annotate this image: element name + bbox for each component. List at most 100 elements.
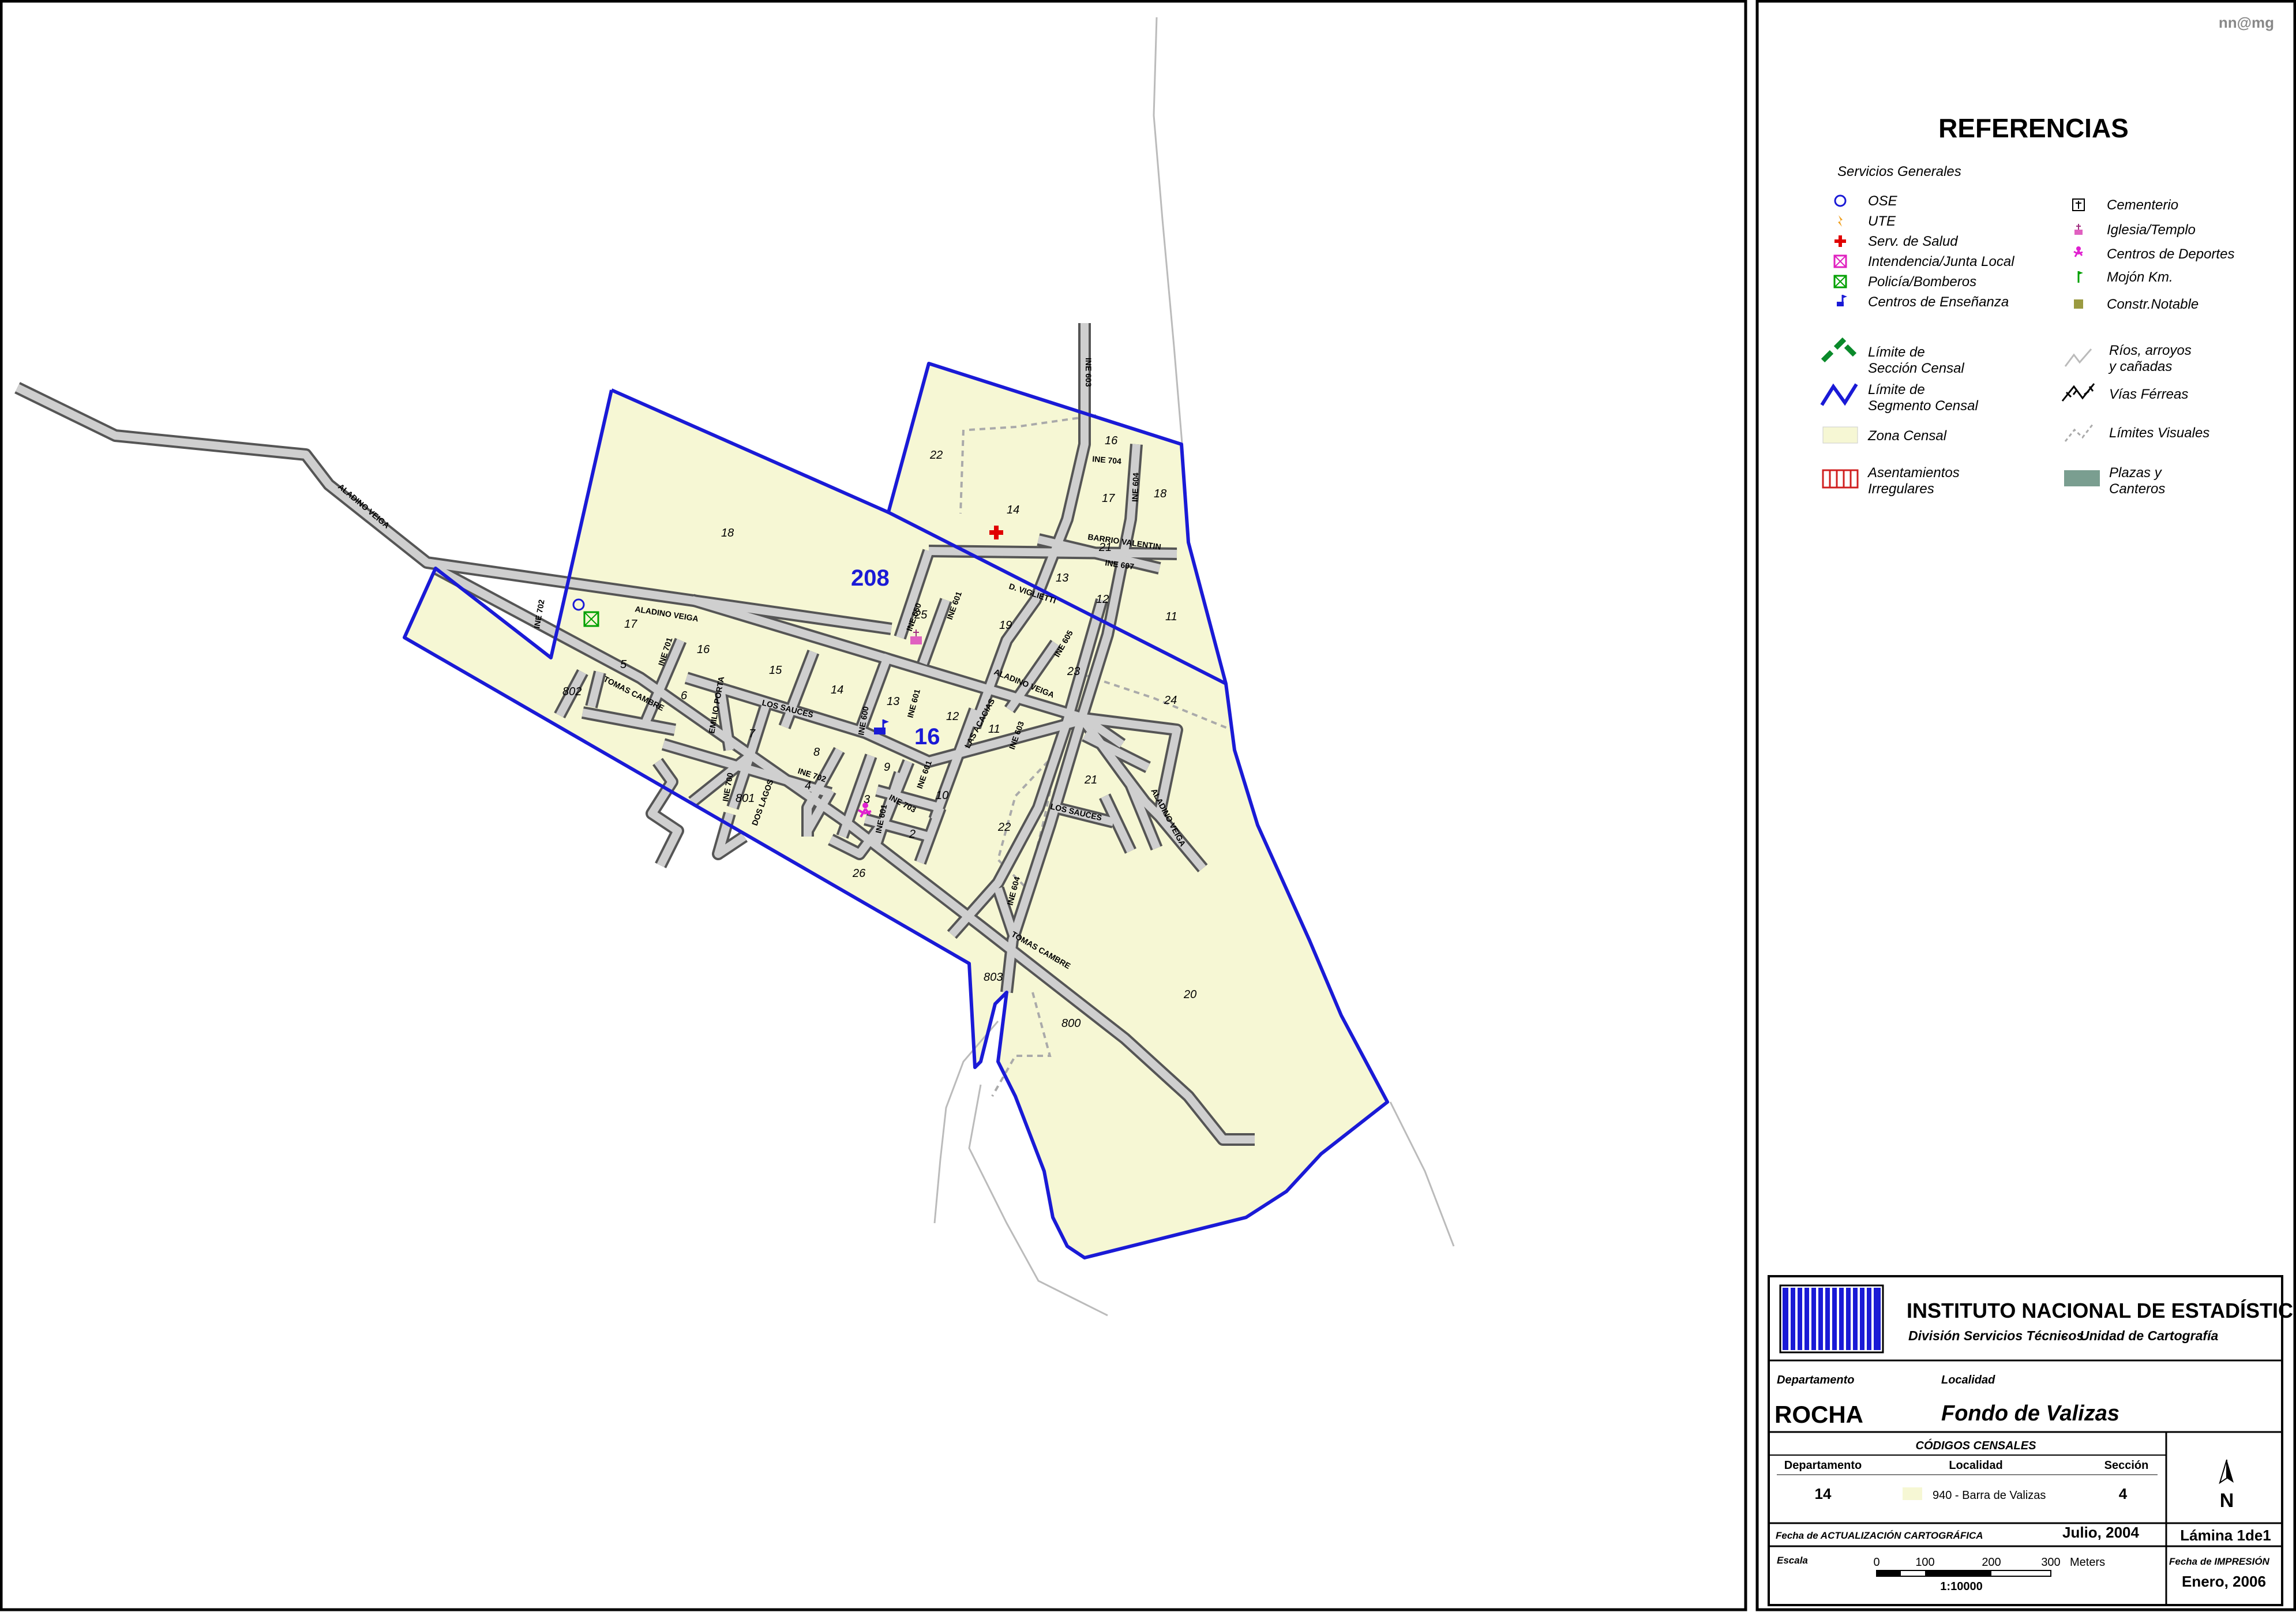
block-label: 18 [1154,488,1166,500]
legend-line-label: Canteros [2109,481,2165,497]
institution-unit: Unidad de Cartografía [2080,1328,2218,1343]
ose-icon [1834,194,1847,207]
legend-service-label: Cementerio [2107,197,2178,213]
legend-line-label: Segmento Censal [1868,398,1978,414]
block-label: 5 [620,658,627,671]
block-label: 9 [884,761,890,774]
institution-name: INSTITUTO NACIONAL DE ESTADÍSTICA [1907,1299,2296,1322]
notable-building-icon [2074,299,2083,309]
section-limit-icon [1821,337,1857,363]
scale-unit: Meters [2070,1556,2105,1569]
legend-service-label: Mojón Km. [2107,269,2173,285]
legend-line-label: Sección Censal [1868,361,1964,376]
block-label: 14 [831,684,843,696]
ute-icon [1838,215,1843,227]
block-label: 10 [936,789,948,802]
loc-label: Localidad [1941,1374,1995,1386]
census-zone-swatch [1822,426,1858,444]
loc-value: Fondo de Valizas [1941,1401,2119,1426]
legend-service-label: Policía/Bomberos [1868,274,1976,290]
legend-service-label: Centros de Deportes [2107,246,2234,262]
dept-value: ROCHA [1774,1401,1863,1428]
scale-bar: 0 100 200 300 Meters 1:10000 [1873,1556,2105,1593]
ine-logo [1779,1284,1884,1354]
municipality-icon [1833,254,1847,268]
institution-division: División Servicios Técnicos [1908,1328,2084,1343]
block-label: 2 [909,828,916,841]
code-sec-value: 4 [2119,1485,2128,1502]
block-label: 11 [988,723,1000,736]
street-label: ALADINO VEIGA [336,482,391,530]
block-label: 11 [1165,610,1177,623]
code-loc-value: 940 - Barra de Valizas [1933,1489,2046,1502]
legend-title: REFERENCIAS [1938,113,2129,143]
map-area[interactable]: 208 16 22 14 16 17 18 18 21 13 12 11 19 … [14,17,1455,1317]
dept-label: Departamento [1777,1374,1854,1386]
block-label: 800 [1061,1017,1081,1030]
legend-panel: nn@mg REFERENCIAS Servicios Generales OS… [1820,14,2274,497]
legend-line-label: Límite de [1868,382,1925,398]
legend-service-label: Constr.Notable [2107,297,2199,312]
block-label: 13 [887,695,899,708]
legend-service-label: Serv. de Salud [1868,234,1958,249]
block-label: 16 [697,643,710,656]
block-label: 19 [999,619,1012,632]
block-label: 802 [562,685,581,698]
block-label: 6 [681,689,688,702]
segment-label: 208 [851,565,890,591]
block-label: 16 [1105,434,1118,447]
block-label: 24 [1164,694,1177,707]
street-label: INE 603 [1084,358,1093,387]
block-label: 20 [1183,988,1196,1001]
legend-line-label: Ríos, arroyos [2109,343,2192,358]
block-label: 17 [624,618,637,631]
block-label: 12 [946,710,959,723]
legend-service-label: Intendencia/Junta Local [1868,254,2014,269]
scale-tick: 300 [2041,1556,2060,1569]
block-label: 12 [1096,593,1109,606]
block-label: 13 [1056,572,1068,584]
scale-tick: 100 [1915,1556,1934,1569]
block-label: 8 [813,746,820,759]
block-label: 23 [1067,665,1080,678]
segment-label: 16 [914,724,940,749]
legend-service-label: UTE [1868,213,1896,229]
street-label: INE 604 [1130,473,1141,502]
scale-tick: 200 [1982,1556,2001,1569]
segment-limit-icon [1820,383,1858,406]
legend-line-label: y cañadas [2108,359,2172,374]
services-title: Servicios Generales [1837,164,1961,179]
block-label: 18 [721,527,734,539]
block-label: 22 [929,449,943,462]
scale-label: Escala [1777,1555,1808,1566]
legend-line-label: Vías Férreas [2109,387,2188,402]
legend-service-label: Iglesia/Templo [2107,222,2196,238]
block-label: 17 [1102,492,1115,505]
author-tag: nn@mg [2219,14,2274,31]
block-label: 21 [1084,774,1097,786]
legend-service-label: Centros de Enseñanza [1868,294,2009,310]
legend-line-label: Plazas y [2109,465,2163,481]
institution-separator: - [2062,1328,2067,1343]
legend-service-label: OSE [1868,193,1898,209]
code-sec-label: Sección [2104,1459,2149,1472]
legend-line-label: Zona Censal [1867,428,1947,444]
print-label: Fecha de IMPRESIÓN [2169,1556,2270,1567]
legend-line-label: Límite de [1868,344,1925,360]
legend-line-label: Límites Visuales [2109,425,2209,441]
print-value: Enero, 2006 [2182,1573,2266,1590]
cemetery-icon [2072,198,2085,211]
block-label: 26 [852,867,866,880]
plazas-swatch [2064,470,2100,486]
health-icon [1834,235,1846,247]
block-label: 4 [805,779,811,792]
church-icon [2074,224,2083,235]
police-icon [1833,275,1847,288]
block-label: 803 [984,971,1003,984]
school-icon [1837,295,1847,306]
block-label: 7 [749,728,756,740]
codes-title: CÓDIGOS CENSALES [1916,1438,2037,1452]
visual-limit-icon [2064,423,2094,442]
scale-tick: 0 [1873,1556,1879,1569]
census-map-sheet: 208 16 22 14 16 17 18 18 21 13 12 11 19 … [0,0,2296,1611]
